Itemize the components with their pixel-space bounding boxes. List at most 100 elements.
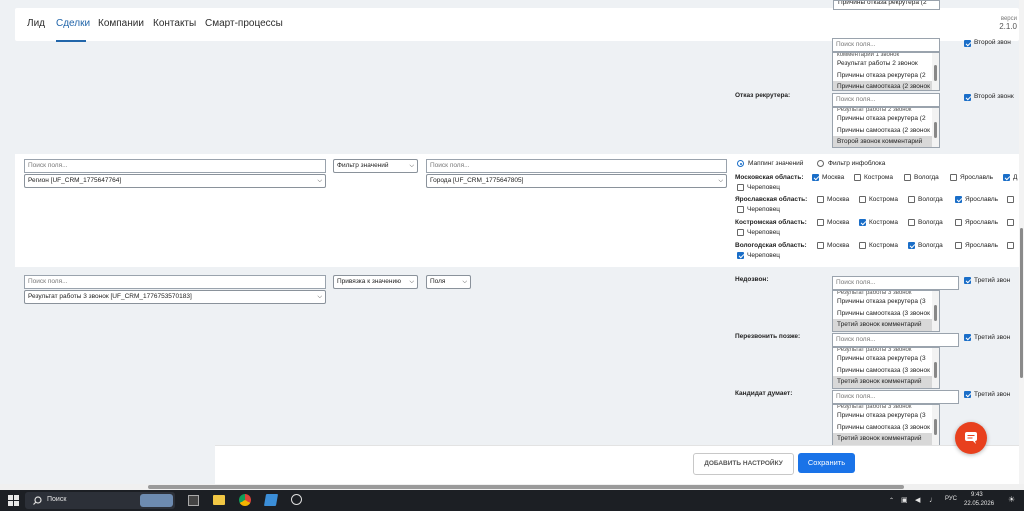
listbox-option-selected[interactable]: Третий звонок комментарий [833,433,939,445]
city-checkbox[interactable] [1007,242,1014,249]
search-input[interactable]: Поиск поля... [832,93,940,107]
network-icon[interactable]: ▣ [901,496,908,504]
language-indicator[interactable]: РУС [945,496,957,502]
city-checkbox[interactable] [817,219,824,226]
city-checkbox[interactable] [737,184,744,191]
city-checkbox[interactable] [950,174,957,181]
listbox-option[interactable]: Причины отказа рекрутера (3 [833,410,939,422]
taskbar-search-box[interactable]: Поиск [25,492,175,509]
listbox-option[interactable]: Причины самоотказа (3 звонок [833,422,939,434]
save-button[interactable]: Сохранить [798,453,855,473]
mapping-checkbox[interactable] [964,277,971,284]
file-explorer-icon[interactable] [213,495,225,505]
listbox-option[interactable]: Причины отказа рекрутера (3 [833,296,939,308]
chevron-up-icon[interactable]: ⌃ [889,497,894,504]
listbox-scrollbar[interactable] [932,348,939,388]
city-checkbox[interactable] [1007,219,1014,226]
target-field-select[interactable]: Города [UF_CRM_1775647805] ⌵ [426,174,727,188]
listbox-option[interactable]: Причины отказа рекрутера (3 [833,353,939,365]
city-checkbox[interactable] [1003,174,1010,181]
listbox-option[interactable]: Причины отказа рекрутера (2 [834,1,939,9]
listbox-option[interactable]: Причины отказа рекрутера (2 [833,113,939,125]
app-icon[interactable] [263,494,279,506]
city-checkbox[interactable] [737,252,744,259]
listbox-option[interactable]: Причины самоотказа (2 звонок [833,125,939,137]
tab-lead[interactable]: Лид [27,18,45,29]
tab-companies[interactable]: Компании [98,18,144,29]
openai-icon[interactable] [291,494,302,505]
city-checkbox[interactable] [908,219,915,226]
city-checkbox[interactable] [908,242,915,249]
radio-iblock-filter[interactable] [817,160,824,167]
listbox-option-selected[interactable]: Причины самоотказа (2 звонок [833,81,939,90]
city-label: Череповец [747,206,781,213]
mapping-checkbox[interactable] [964,334,971,341]
search-input[interactable]: Поиск поля... [832,390,959,404]
city-checkbox[interactable] [859,196,866,203]
field-listbox[interactable]: Результат работы 2 звонок Причины отказа… [832,107,940,148]
city-checkbox[interactable] [908,196,915,203]
wifi-icon[interactable]: ◀ [915,496,920,504]
listbox-option[interactable]: Причины самоотказа (3 звонок [833,365,939,377]
fields-mode-select[interactable]: Поля ⌵ [426,275,471,289]
listbox-option-selected[interactable]: Третий звонок комментарий [833,376,939,388]
listbox-scrollbar[interactable] [932,405,939,445]
filter-mode-select[interactable]: Фильтр значений ⌵ [333,159,418,173]
listbox-scrollbar[interactable] [932,291,939,331]
search-input[interactable]: Поиск поля... [832,276,959,290]
source-field-select[interactable]: Регион [UF_CRM_1775647764] ⌵ [24,174,326,188]
clock-date[interactable]: 22.05.2026 [964,501,994,507]
listbox-option-selected[interactable]: Второй звонок комментарий [833,136,939,147]
search-input[interactable]: Поиск поля... [24,275,326,289]
city-checkbox[interactable] [955,196,962,203]
city-label: Вологда [918,219,943,226]
search-input[interactable]: Поиск поля... [426,159,727,173]
task-view-icon[interactable] [188,495,199,506]
tab-deals[interactable]: Сделки [56,18,90,29]
city-checkbox[interactable] [859,242,866,249]
search-input[interactable]: Поиск поля... [832,333,959,347]
add-setting-button[interactable]: ДОБАВИТЬ НАСТРОЙКУ [693,453,794,475]
city-checkbox[interactable] [859,219,866,226]
field-listbox[interactable]: Результат работы 3 звонок Причины отказа… [832,347,940,389]
mapping-checkbox[interactable] [964,40,971,47]
search-input[interactable]: Поиск поля... [24,159,326,173]
clock-time[interactable]: 9:43 [971,492,983,498]
notifications-icon[interactable]: ☀ [1008,495,1015,504]
search-input[interactable]: Поиск поля... [832,38,940,52]
city-checkbox[interactable] [955,219,962,226]
mapping-checkbox[interactable] [964,94,971,101]
city-checkbox[interactable] [854,174,861,181]
tab-contacts[interactable]: Контакты [153,18,196,29]
city-checkbox[interactable] [955,242,962,249]
mapping-checkbox[interactable] [964,391,971,398]
volume-icon[interactable]: ♩ [929,495,937,504]
listbox-option[interactable]: Причины самоотказа (3 звонок [833,308,939,320]
city-checkbox[interactable] [817,196,824,203]
bind-mode-select[interactable]: Привязка к значению ⌵ [333,275,418,289]
chat-widget-button[interactable] [955,422,987,454]
city-checkbox[interactable] [737,206,744,213]
chevron-down-icon: ⌵ [409,163,414,169]
field-listbox[interactable]: Результат работы 3 звонок Причины отказа… [832,290,940,332]
listbox-option[interactable]: Причины отказа рекрутера (2 [833,70,939,82]
city-checkbox[interactable] [812,174,819,181]
radio-mapping[interactable] [737,160,744,167]
city-checkbox[interactable] [737,229,744,236]
city-checkbox[interactable] [904,174,911,181]
field-listbox[interactable]: Результат работы 3 звонок Причины отказа… [832,404,940,446]
tab-smart-processes[interactable]: Смарт-процессы [205,18,283,29]
source-field-select[interactable]: Результат работы 3 звонок [UF_CRM_177675… [24,290,326,304]
listbox-scrollbar[interactable] [932,53,939,90]
windows-start-icon[interactable] [8,495,19,506]
listbox-scrollbar[interactable] [932,108,939,147]
city-checkbox[interactable] [817,242,824,249]
page-vertical-scrollbar[interactable] [1019,0,1024,484]
city-checkbox[interactable] [1007,196,1014,203]
field-listbox[interactable]: комментарий 1 звонок Результат работы 2 … [832,52,940,91]
listbox-option[interactable]: Результат работы 2 звонок [833,58,939,70]
chrome-icon[interactable] [239,494,251,506]
field-listbox-partial[interactable]: Причины отказа рекрутера (2 [833,0,940,10]
search-icon [33,496,42,505]
listbox-option-selected[interactable]: Третий звонок комментарий [833,319,939,331]
